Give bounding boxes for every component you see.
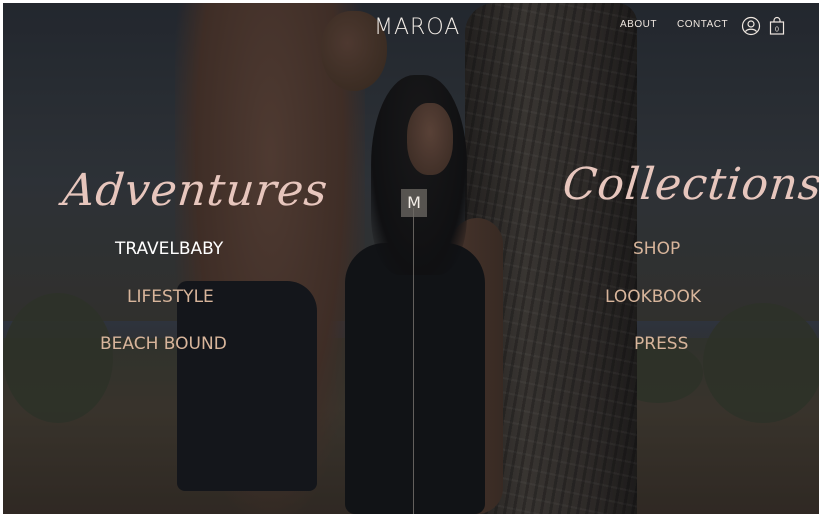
center-divider bbox=[413, 208, 414, 514]
cart-count: 0 bbox=[775, 27, 779, 34]
brand-logo[interactable]: MAROA bbox=[374, 15, 460, 40]
collections-heading: Collections bbox=[560, 159, 819, 210]
shopping-bag-icon[interactable]: 0 bbox=[767, 16, 787, 36]
lookbook-link[interactable]: LOOKBOOK bbox=[605, 287, 701, 307]
press-link[interactable]: PRESS bbox=[634, 334, 688, 354]
lifestyle-link[interactable]: LIFESTYLE bbox=[127, 287, 214, 307]
center-m-badge[interactable]: M bbox=[401, 189, 427, 217]
user-icon[interactable] bbox=[741, 16, 761, 36]
adventures-heading: Adventures bbox=[60, 165, 331, 216]
hero-section: MAROA ABOUT CONTACT 0 Adventures Collect… bbox=[3, 3, 819, 514]
beach-bound-link[interactable]: BEACH BOUND bbox=[100, 334, 227, 354]
travelbaby-link[interactable]: TRAVELBABY bbox=[115, 239, 223, 259]
nav-contact-link[interactable]: CONTACT bbox=[677, 19, 728, 30]
nav-about-link[interactable]: ABOUT bbox=[620, 19, 657, 30]
shop-link[interactable]: SHOP bbox=[633, 239, 680, 259]
